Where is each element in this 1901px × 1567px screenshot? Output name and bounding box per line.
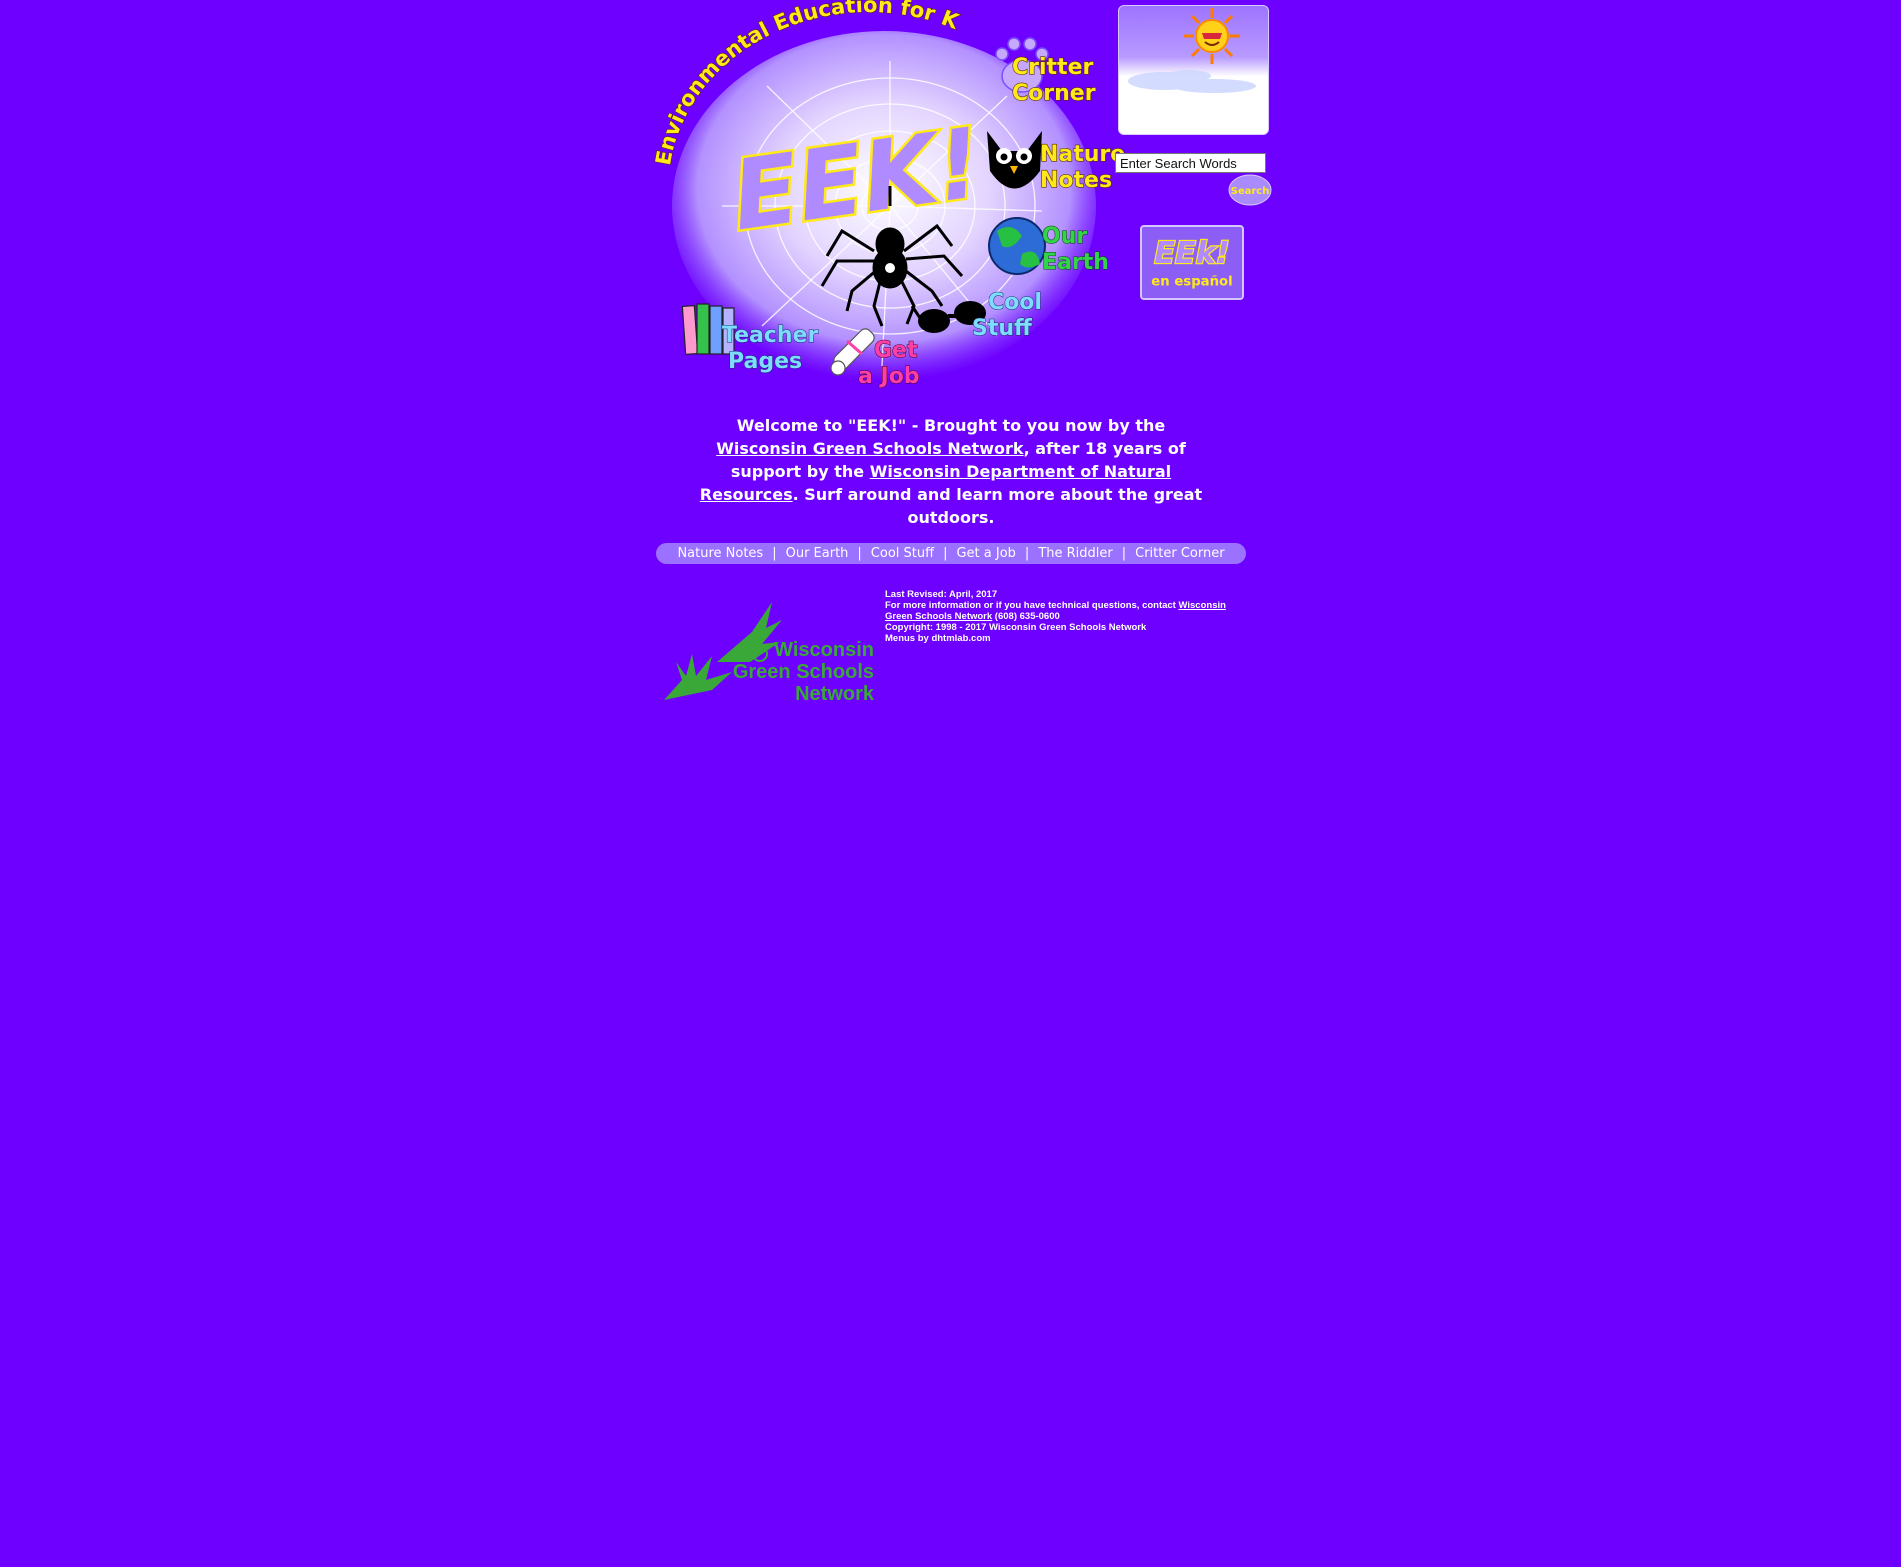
wgsn-logo-line-2: Green Schools	[733, 661, 874, 683]
nature-notes-label-1: Nature	[1040, 142, 1125, 167]
eek-hero-banner: Environmental Education for Kids! EEK!	[644, 0, 1126, 391]
nav-nature-notes[interactable]: Nature Notes	[668, 546, 772, 561]
contact-prefix: For more information or if you have tech…	[885, 600, 1179, 611]
wisconsin-green-schools-link[interactable]: Wisconsin Green Schools Network	[716, 439, 1023, 458]
our-earth-label-1: Our	[1042, 224, 1087, 249]
teacher-pages-label-2: Pages	[728, 349, 802, 374]
nav-cool-stuff[interactable]: Cool Stuff	[862, 546, 943, 561]
contact-phone: (608) 635-0600	[992, 611, 1060, 622]
sun-icon	[1184, 8, 1240, 64]
critter-corner-label-2: Corner	[1012, 81, 1096, 106]
hero-graphic: Environmental Education for Kids! EEK!	[644, 0, 1126, 390]
nav-get-a-job[interactable]: Get a Job	[947, 546, 1024, 561]
nav-our-earth[interactable]: Our Earth	[777, 546, 858, 561]
wisconsin-green-schools-network-logo[interactable]: Wisconsin Green Schools Network	[662, 592, 876, 706]
search-button-label: Search	[1231, 186, 1270, 197]
globe-icon	[988, 217, 1046, 275]
wgsn-logo-graphic: Wisconsin Green Schools Network	[664, 602, 875, 705]
teacher-pages-label-1: Teacher	[722, 323, 818, 348]
menus-credit-text: Menus by dhtmlab.com	[885, 633, 991, 644]
cool-stuff-label-2: Stuff	[972, 316, 1033, 341]
eek-en-espanol-link[interactable]: EEk! en español	[1140, 225, 1244, 300]
search-button-graphic: Search	[1228, 174, 1272, 206]
search-button[interactable]: Search	[1228, 174, 1272, 206]
cool-stuff-label-1: Cool	[988, 290, 1042, 315]
footer-info: Last Revised: April, 2017 For more infor…	[885, 589, 1235, 644]
critter-corner-label-1: Critter	[1012, 55, 1093, 80]
copyright-text: Copyright: 1998 - 2017 Wisconsin Green S…	[885, 622, 1147, 633]
our-earth-label-2: Earth	[1042, 250, 1109, 275]
weather-widget	[1118, 5, 1269, 135]
main-nav-bar: Nature Notes | Our Earth | Cool Stuff | …	[656, 543, 1246, 564]
cloud-icon	[1128, 70, 1256, 93]
welcome-text-3: . Surf around and learn more about the g…	[792, 485, 1203, 527]
welcome-message: Welcome to "EEK!" - Brought to you now b…	[690, 414, 1212, 529]
get-a-job-label-2: a Job	[858, 364, 920, 389]
wgsn-logo-line-3: Network	[795, 683, 875, 705]
espanol-label: en español	[1151, 275, 1232, 290]
nav-the-riddler[interactable]: The Riddler	[1029, 546, 1121, 561]
get-a-job-label-1: Get	[874, 338, 918, 363]
wgsn-logo-line-1: Wisconsin	[774, 639, 874, 661]
contact-line: For more information or if you have tech…	[885, 600, 1235, 622]
welcome-text-1: Welcome to "EEK!" - Brought to you now b…	[736, 416, 1166, 435]
search-input[interactable]	[1115, 153, 1266, 173]
nature-notes-label-2: Notes	[1040, 168, 1112, 193]
nav-critter-corner[interactable]: Critter Corner	[1126, 546, 1233, 561]
eek-espanol-graphic: EEk! en español	[1151, 235, 1232, 290]
sun-and-cloud-icon	[1128, 8, 1256, 93]
espanol-logo-text: EEk!	[1154, 236, 1229, 271]
last-revised-text: Last Revised: April, 2017	[885, 589, 998, 600]
hand-leaf-icon	[664, 602, 782, 700]
